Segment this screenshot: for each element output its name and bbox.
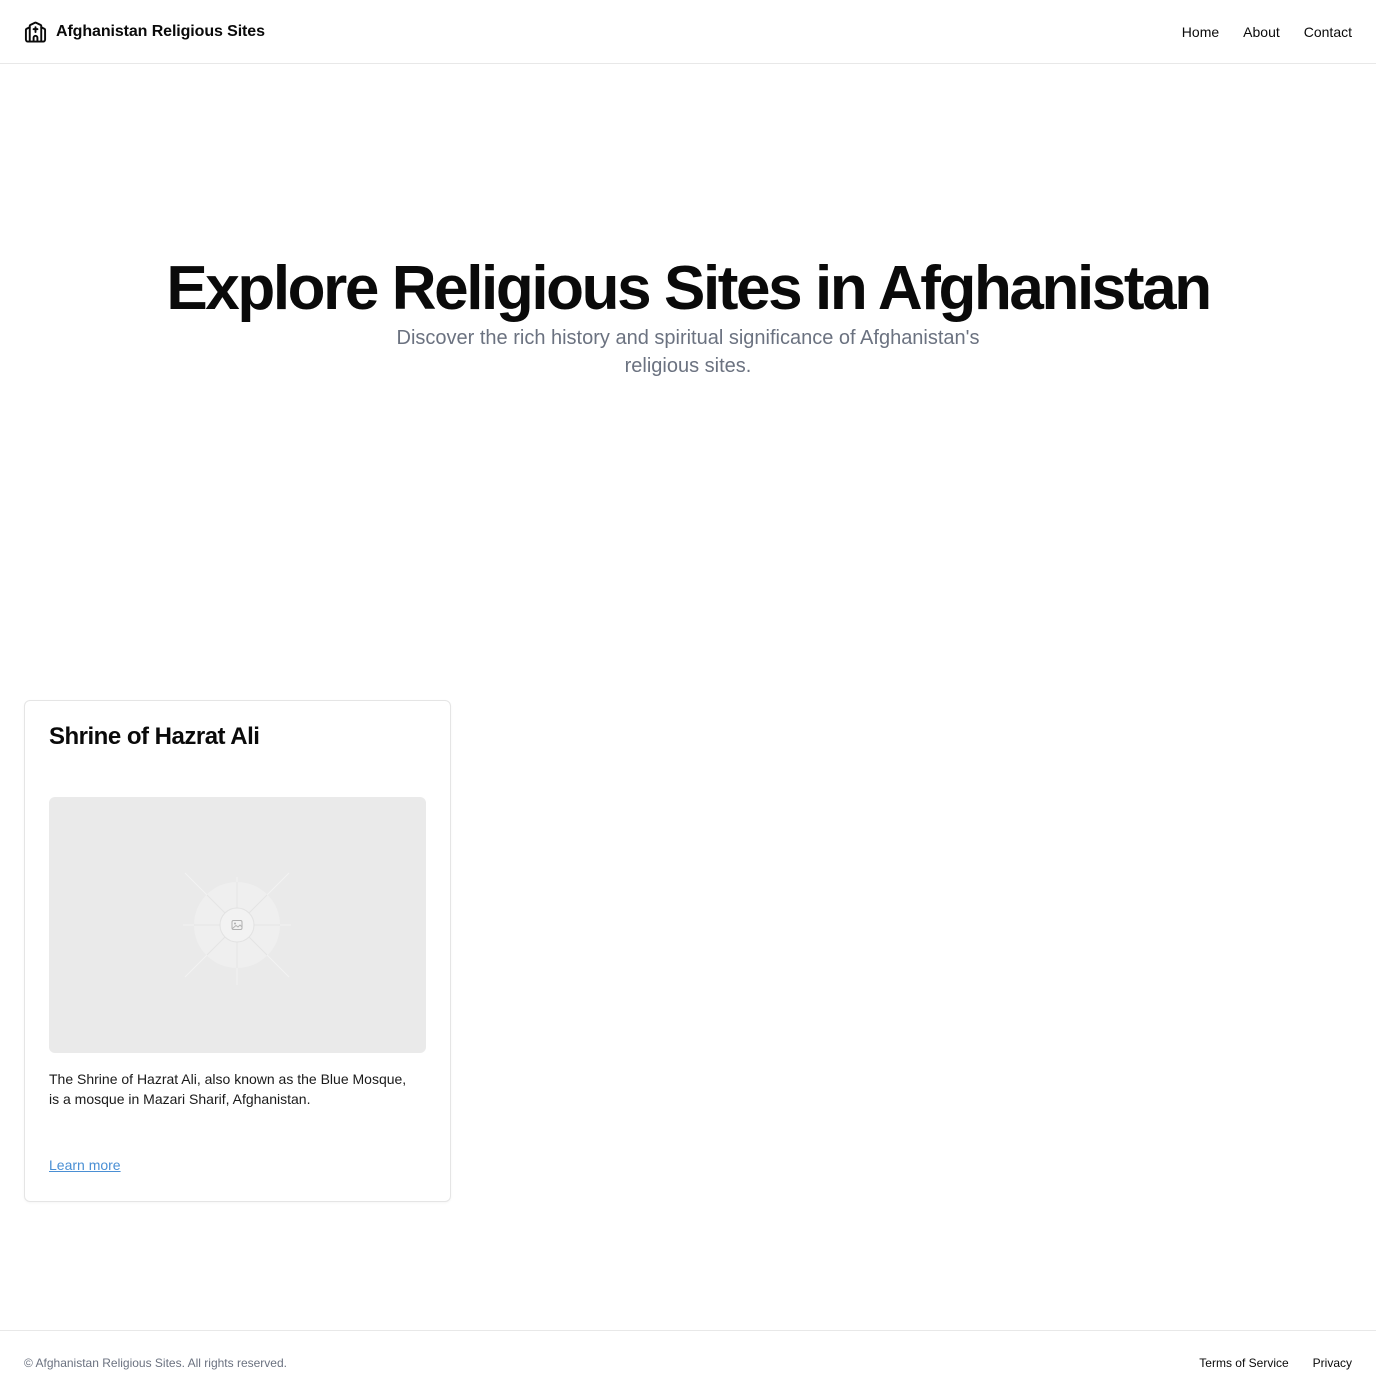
terms-link[interactable]: Terms of Service: [1199, 1356, 1288, 1370]
learn-more-link[interactable]: Learn more: [49, 1157, 121, 1173]
copyright-text: © Afghanistan Religious Sites. All right…: [24, 1356, 287, 1370]
privacy-link[interactable]: Privacy: [1313, 1356, 1352, 1370]
hero-section: Explore Religious Sites in Afghanistan D…: [0, 64, 1376, 636]
nav-contact-link[interactable]: Contact: [1304, 24, 1352, 40]
church-icon: [24, 21, 47, 43]
hero-subtitle: Discover the rich history and spiritual …: [396, 327, 980, 377]
site-footer: © Afghanistan Religious Sites. All right…: [0, 1330, 1376, 1395]
main-nav: Home About Contact: [1182, 24, 1352, 40]
image-placeholder-icon: [183, 872, 291, 985]
site-card-description: The Shrine of Hazrat Ali, also known as …: [49, 1071, 407, 1107]
brand-name: Afghanistan Religious Sites: [56, 22, 265, 40]
hero-title: Explore Religious Sites in Afghanistan: [166, 254, 1212, 323]
site-header: Afghanistan Religious Sites Home About C…: [0, 0, 1376, 64]
nav-about-link[interactable]: About: [1243, 24, 1280, 40]
site-card-image: [49, 797, 426, 1053]
site-card-title: Shrine of Hazrat Ali: [49, 723, 260, 750]
site-card: Shrine of Hazrat Ali The Shrine of Hazra…: [24, 700, 451, 1202]
page: Afghanistan Religious Sites Home About C…: [0, 0, 1376, 1395]
footer-links: Terms of Service Privacy: [1199, 1356, 1352, 1370]
brand-link[interactable]: Afghanistan Religious Sites: [24, 20, 265, 44]
nav-home-link[interactable]: Home: [1182, 24, 1219, 40]
